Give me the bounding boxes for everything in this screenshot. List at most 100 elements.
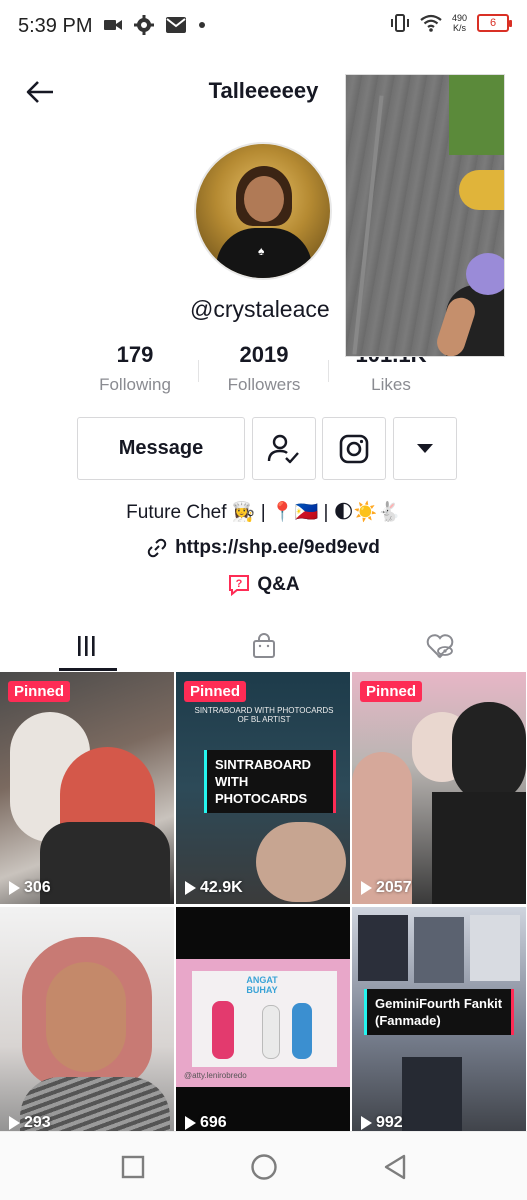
instagram-button[interactable] [322,417,386,480]
qa-icon: ? [229,575,250,597]
qa-label: Q&A [257,574,300,595]
thumb-photo [470,915,520,981]
tab-shop[interactable] [176,620,352,672]
thumb-hair [452,702,526,802]
thumb-figure [402,1057,462,1131]
thumb-caption: SINTRABOARD WITH PHOTOCARDS [204,750,336,813]
square-icon [121,1155,145,1179]
view-count: 992 [361,1114,403,1131]
thumb-photo [358,915,408,981]
link-icon [147,538,167,558]
avatar-face [244,176,284,222]
video-thumbnail[interactable]: SINTRABOARD WITH PHOTOCARDS OF BL ARTIST… [176,672,350,904]
spade-icon: ♠ [258,244,265,258]
view-count-value: 306 [24,879,51,896]
stat-followers-value: 2019 [239,342,289,367]
thumb-face [46,962,126,1072]
hidden-heart-icon [426,634,454,659]
qa-link[interactable]: ? Q&A [0,573,527,597]
thumb-pink-frame: ANGAT BUHAY @atty.lenirobredo [176,959,350,1087]
status-bar: 5:39 PM 490 K/s 6 [0,0,527,54]
thumb-figure [292,1003,312,1059]
grid-columns-icon [78,636,95,656]
view-count-value: 992 [376,1114,403,1131]
thumb-figure [212,1001,234,1059]
thumb-photo [414,917,464,983]
net-speed: 490 K/s [452,13,467,33]
system-nav-bar [0,1131,527,1200]
net-speed-value: 490 [451,13,467,23]
dot-icon [199,22,205,28]
floating-video-plants [449,75,504,155]
thumb-figure [256,822,346,902]
stat-followers-label: Followers [227,375,301,394]
stat-following-label: Following [99,375,171,394]
instagram-icon [339,434,369,463]
wifi-icon [420,14,442,32]
view-count: 42.9K [185,879,243,897]
status-time: 5:39 PM [18,15,93,37]
more-options-button[interactable] [393,417,457,480]
thumb-wall: ANGAT BUHAY [192,971,337,1067]
stat-followers[interactable]: 2019 Followers [199,342,329,395]
video-thumbnail[interactable]: GeminiFourth Fankit (Fanmade) 992 [352,907,526,1131]
video-thumbnail[interactable]: 293 [0,907,174,1131]
view-count: 696 [185,1114,227,1131]
view-count: 2057 [361,879,412,897]
video-thumbnail[interactable]: Pinned 306 [0,672,174,904]
user-check-icon [267,434,299,463]
view-count-value: 293 [24,1114,51,1131]
thumb-watermark: @atty.lenirobredo [184,1071,247,1080]
profile-link-text: https://shp.ee/9ed9evd [175,537,380,558]
thumb-shirt [40,822,170,904]
play-icon [9,1116,20,1130]
home-button[interactable] [249,1152,279,1182]
profile-bio: Future Chef 👩‍🍳 | 📍🇵🇭 | 🌓☀️🐇 [126,502,401,523]
play-icon [185,881,196,895]
play-icon [361,1116,372,1130]
svg-text:?: ? [236,578,243,590]
caret-down-icon [417,444,433,453]
net-speed-unit: K/s [452,23,466,33]
message-button[interactable]: Message [77,417,245,480]
thumb-overlay-text: SINTRABOARD WITH PHOTOCARDS OF BL ARTIST [194,706,334,724]
play-icon [361,881,372,895]
thumb-shirt [432,792,526,904]
tab-liked[interactable] [352,620,527,672]
tab-videos[interactable] [0,620,176,672]
play-icon [9,881,20,895]
stat-following[interactable]: 179 Following [70,342,200,395]
floating-video-player[interactable] [345,74,505,357]
recents-button[interactable] [118,1152,148,1182]
video-camera-icon [104,20,122,30]
back-nav-button[interactable] [380,1152,410,1182]
profile-link[interactable]: https://shp.ee/9ed9evd [0,537,527,559]
profile-tabs [0,620,527,672]
thumb-overlay-text: ANGAT BUHAY [246,975,278,995]
gear-icon [134,15,154,35]
status-icons-right: 490 K/s 6 [390,13,512,33]
video-thumbnail[interactable]: ANGAT BUHAY @atty.lenirobredo 696 [176,907,350,1131]
pinned-badge: Pinned [8,681,71,702]
thumb-figure [262,1005,280,1059]
floating-video-curb [459,170,504,210]
avatar[interactable]: ♠ [194,142,332,280]
active-tab-indicator [59,668,117,671]
following-status-button[interactable] [252,417,316,480]
video-grid: Pinned 306 SINTRABOARD WITH PHOTOCARDS O… [0,672,527,1131]
thumb-caption: GeminiFourth Fankit (Fanmade) [364,989,514,1035]
triangle-back-icon [384,1154,406,1180]
play-icon [185,1116,196,1130]
view-count-value: 696 [200,1114,227,1131]
vibrate-icon [390,14,409,32]
view-count-value: 2057 [376,879,412,896]
pinned-badge: Pinned [184,681,247,702]
view-count: 293 [9,1114,51,1131]
stat-likes-label: Likes [371,375,411,394]
stat-following-value: 179 [116,342,154,367]
circle-icon [251,1154,277,1180]
video-thumbnail[interactable]: Pinned 2057 [352,672,526,904]
status-icons-left [104,15,206,35]
pinned-badge: Pinned [360,681,423,702]
profile-handle: @crystaleace [190,296,330,322]
